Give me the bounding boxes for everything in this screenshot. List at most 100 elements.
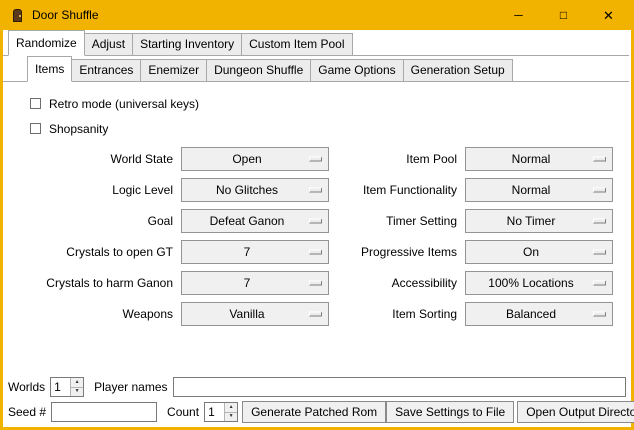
item-pool-value: Normal xyxy=(512,152,551,166)
shopsanity-checkbox-row[interactable]: Shopsanity xyxy=(30,116,631,141)
tab-game-options[interactable]: Game Options xyxy=(310,59,403,82)
player-names-label: Player names xyxy=(94,380,167,394)
maximize-icon: □ xyxy=(560,9,567,21)
world-state-value: Open xyxy=(232,152,261,166)
dropdown-indicator-icon xyxy=(593,281,606,286)
dropdown-indicator-icon xyxy=(309,157,322,162)
checkbox-area: Retro mode (universal keys) Shopsanity xyxy=(3,82,631,141)
close-icon: ✕ xyxy=(603,9,614,22)
spin-up-icon[interactable]: ▲ xyxy=(225,403,237,412)
dropdown-indicator-icon xyxy=(309,312,322,317)
tab-starting-inventory[interactable]: Starting Inventory xyxy=(132,33,242,56)
accessibility-dropdown[interactable]: 100% Locations xyxy=(465,271,613,295)
door-knob-icon xyxy=(19,15,21,17)
tab-generation-setup[interactable]: Generation Setup xyxy=(403,59,513,82)
tab-items[interactable]: Items xyxy=(27,56,72,82)
player-names-input[interactable] xyxy=(173,377,627,397)
window-title: Door Shuffle xyxy=(32,8,99,22)
seed-row: Seed # Count ▲ ▼ Generate Patched Rom Sa… xyxy=(8,401,626,423)
dropdown-indicator-icon xyxy=(309,219,322,224)
client-area: Randomize Adjust Starting Inventory Cust… xyxy=(3,30,631,427)
window-controls: ─ □ ✕ xyxy=(496,0,631,30)
retro-mode-checkbox[interactable] xyxy=(30,98,41,109)
save-settings-button[interactable]: Save Settings to File xyxy=(386,401,514,423)
progressive-items-dropdown[interactable]: On xyxy=(465,240,613,264)
progressive-items-value: On xyxy=(523,245,539,259)
item-sorting-dropdown[interactable]: Balanced xyxy=(465,302,613,326)
minimize-button[interactable]: ─ xyxy=(496,0,541,30)
tab-entrances[interactable]: Entrances xyxy=(71,59,141,82)
dropdown-indicator-icon xyxy=(309,281,322,286)
close-button[interactable]: ✕ xyxy=(586,0,631,30)
crystals-open-gt-label: Crystals to open GT xyxy=(23,245,173,259)
item-functionality-label: Item Functionality xyxy=(337,183,457,197)
goal-dropdown[interactable]: Defeat Ganon xyxy=(181,209,329,233)
spin-up-icon[interactable]: ▲ xyxy=(71,378,83,387)
crystals-open-gt-dropdown[interactable]: 7 xyxy=(181,240,329,264)
count-spinbox-input[interactable] xyxy=(205,403,224,421)
item-sorting-label: Item Sorting xyxy=(337,307,457,321)
world-state-label: World State xyxy=(23,152,173,166)
accessibility-label: Accessibility xyxy=(337,276,457,290)
options-grid: World State Open Item Pool Normal Logic … xyxy=(3,147,631,326)
accessibility-value: 100% Locations xyxy=(488,276,573,290)
seed-input[interactable] xyxy=(51,402,157,422)
crystals-harm-ganon-label: Crystals to harm Ganon xyxy=(23,276,173,290)
progressive-items-label: Progressive Items xyxy=(337,245,457,259)
titlebar: Door Shuffle ─ □ ✕ xyxy=(3,0,631,30)
retro-mode-label: Retro mode (universal keys) xyxy=(49,97,199,111)
count-spin-arrows: ▲ ▼ xyxy=(224,403,237,421)
dropdown-indicator-icon xyxy=(593,312,606,317)
crystals-harm-ganon-dropdown[interactable]: 7 xyxy=(181,271,329,295)
tab-custom-item-pool[interactable]: Custom Item Pool xyxy=(241,33,352,56)
worlds-label: Worlds xyxy=(8,380,45,394)
worlds-row: Worlds ▲ ▼ Player names xyxy=(8,377,626,397)
spin-down-icon[interactable]: ▼ xyxy=(71,387,83,397)
outer-tab-bar: Randomize Adjust Starting Inventory Cust… xyxy=(3,30,631,56)
weapons-dropdown[interactable]: Vanilla xyxy=(181,302,329,326)
count-label: Count xyxy=(167,405,199,419)
goal-value: Defeat Ganon xyxy=(210,214,285,228)
window: Door Shuffle ─ □ ✕ Randomize Adjust Star… xyxy=(0,0,634,430)
dropdown-indicator-icon xyxy=(593,157,606,162)
generate-patched-rom-button[interactable]: Generate Patched Rom xyxy=(242,401,386,423)
maximize-button[interactable]: □ xyxy=(541,0,586,30)
weapons-value: Vanilla xyxy=(229,307,264,321)
tab-adjust[interactable]: Adjust xyxy=(84,33,133,56)
logic-level-value: No Glitches xyxy=(216,183,278,197)
shopsanity-checkbox[interactable] xyxy=(30,123,41,134)
logic-level-label: Logic Level xyxy=(23,183,173,197)
worlds-spinbox[interactable]: ▲ ▼ xyxy=(50,377,84,397)
weapons-label: Weapons xyxy=(23,307,173,321)
crystals-open-gt-value: 7 xyxy=(244,245,251,259)
shopsanity-label: Shopsanity xyxy=(49,122,108,136)
world-state-dropdown[interactable]: Open xyxy=(181,147,329,171)
spin-down-icon[interactable]: ▼ xyxy=(225,412,237,422)
retro-mode-checkbox-row[interactable]: Retro mode (universal keys) xyxy=(30,91,631,116)
timer-setting-value: No Timer xyxy=(507,214,556,228)
open-output-directory-button[interactable]: Open Output Directory xyxy=(517,401,634,423)
worlds-spinbox-input[interactable] xyxy=(51,378,70,396)
seed-label: Seed # xyxy=(8,405,46,419)
dropdown-indicator-icon xyxy=(593,188,606,193)
dropdown-indicator-icon xyxy=(593,250,606,255)
app-icon xyxy=(10,8,25,23)
tab-dungeon-shuffle[interactable]: Dungeon Shuffle xyxy=(206,59,311,82)
tab-randomize[interactable]: Randomize xyxy=(8,30,85,56)
item-functionality-dropdown[interactable]: Normal xyxy=(465,178,613,202)
goal-label: Goal xyxy=(23,214,173,228)
bottom-bar: Worlds ▲ ▼ Player names Seed # Count xyxy=(8,377,626,423)
crystals-harm-ganon-value: 7 xyxy=(244,276,251,290)
count-spinbox[interactable]: ▲ ▼ xyxy=(204,402,238,422)
worlds-spin-arrows: ▲ ▼ xyxy=(70,378,83,396)
timer-setting-label: Timer Setting xyxy=(337,214,457,228)
timer-setting-dropdown[interactable]: No Timer xyxy=(465,209,613,233)
minimize-icon: ─ xyxy=(514,9,523,21)
items-pane: Retro mode (universal keys) Shopsanity W… xyxy=(3,82,631,326)
item-functionality-value: Normal xyxy=(512,183,551,197)
dropdown-indicator-icon xyxy=(309,250,322,255)
item-pool-dropdown[interactable]: Normal xyxy=(465,147,613,171)
item-sorting-value: Balanced xyxy=(506,307,556,321)
tab-enemizer[interactable]: Enemizer xyxy=(140,59,207,82)
logic-level-dropdown[interactable]: No Glitches xyxy=(181,178,329,202)
